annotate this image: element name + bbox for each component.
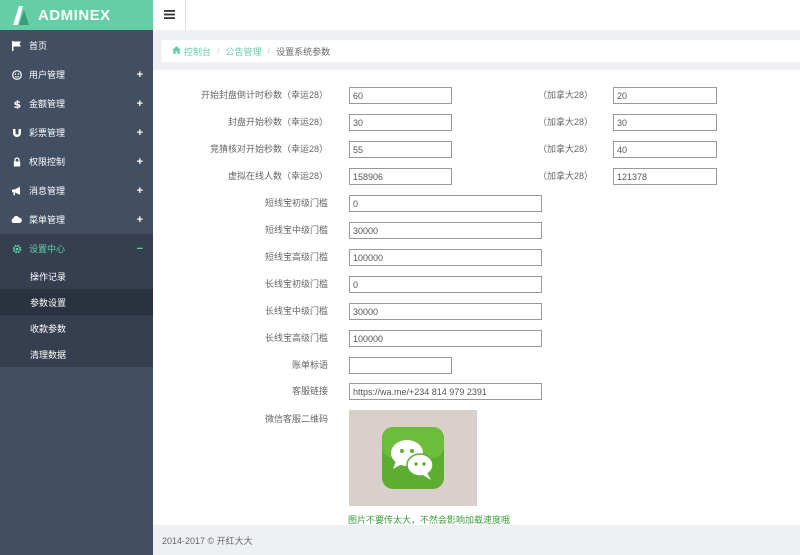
qr-image-upload[interactable] <box>349 410 477 506</box>
top-header <box>153 0 800 30</box>
user-circle-icon <box>11 69 22 80</box>
long-junior-threshold-input[interactable] <box>349 276 542 293</box>
sidebar-item-label: 权限控制 <box>29 157 66 167</box>
field-label: 微信客服二维码 <box>264 414 328 424</box>
form-row: 竞猜核对开始秒数（幸运28） （加拿大28） <box>153 141 800 158</box>
verify-canada28-input[interactable] <box>613 141 717 158</box>
short-senior-threshold-input[interactable] <box>349 249 542 266</box>
compare-label: （加拿大28） <box>538 90 594 100</box>
form-row: 短线宝高级门槛 <box>153 249 800 266</box>
menu-icon <box>163 9 175 21</box>
verify-lucky28-input[interactable] <box>349 141 452 158</box>
compare-label: （加拿大28） <box>538 117 594 127</box>
sidebar-item-label: 菜单管理 <box>29 215 66 225</box>
field-label: 长线宝中级门槛 <box>264 306 328 316</box>
breadcrumb-home-link[interactable]: 控制台 <box>184 45 211 58</box>
long-middle-threshold-input[interactable] <box>349 303 542 320</box>
field-label: 短线宝初级门槛 <box>264 198 328 208</box>
sidebar-item-label: 消息管理 <box>29 186 66 196</box>
form-row: 开始封盘倒计时秒数（幸运28） （加拿大28） <box>153 87 800 104</box>
field-label: 开始封盘倒计时秒数（幸运28） <box>200 90 328 100</box>
short-junior-threshold-input[interactable] <box>349 195 542 212</box>
breadcrumb-separator: / <box>217 46 220 56</box>
sidebar-item-label: 用户管理 <box>29 70 66 80</box>
gear-icon <box>11 243 22 254</box>
field-label: 虚拟在线人数（幸运28） <box>227 171 328 181</box>
form-row: 长线宝初级门槛 <box>153 276 800 293</box>
bill-slogan-input[interactable] <box>349 357 452 374</box>
breadcrumb-separator: / <box>267 46 271 56</box>
home-icon <box>172 46 181 56</box>
short-middle-threshold-input[interactable] <box>349 222 542 239</box>
sidebar-item-users[interactable]: 用户管理 + <box>0 60 153 89</box>
field-label: 短线宝中级门槛 <box>264 225 328 235</box>
field-label: 客服链接 <box>291 386 328 396</box>
logo[interactable]: ADMINEX <box>0 0 153 30</box>
countdown-lucky28-input[interactable] <box>349 87 452 104</box>
form-row: 短线宝中级门槛 <box>153 222 800 239</box>
lock-icon <box>11 156 22 167</box>
wechat-icon <box>382 427 444 489</box>
form-row: 账单标语 <box>153 357 800 374</box>
close-lucky28-input[interactable] <box>349 114 452 131</box>
sidebar-item-home[interactable]: 首页 <box>0 31 153 60</box>
compare-label: （加拿大28） <box>538 171 594 181</box>
sidebar-item-label: 彩票管理 <box>29 128 66 138</box>
sidebar-item-label: 设置中心 <box>29 244 66 254</box>
footer-copyright: 2014-2017 © 开红大大 <box>162 535 253 546</box>
compare-label: （加拿大28） <box>538 144 594 154</box>
countdown-canada28-input[interactable] <box>613 87 717 104</box>
breadcrumb-parent-link[interactable]: 公告管理 <box>226 45 262 58</box>
magnet-icon <box>11 127 22 138</box>
footer: 2014-2017 © 开红大大 <box>153 525 800 555</box>
form-row: 短线宝初级门槛 <box>153 195 800 212</box>
long-senior-threshold-input[interactable] <box>349 330 542 347</box>
online-canada28-input[interactable] <box>613 168 717 185</box>
service-link-input[interactable] <box>349 383 542 400</box>
field-label: 长线宝初级门槛 <box>264 279 328 289</box>
cloud-icon <box>11 214 22 225</box>
expand-icon: + <box>136 68 143 81</box>
breadcrumb-current: 设置系统参数 <box>276 46 331 57</box>
form-row: 封盘开始秒数（幸运28） （加拿大28） <box>153 114 800 131</box>
bullhorn-icon <box>11 185 22 196</box>
breadcrumb: 控制台 / 公告管理 / 设置系统参数 <box>162 40 800 62</box>
close-canada28-input[interactable] <box>613 114 717 131</box>
menu-toggle-button[interactable] <box>153 0 186 30</box>
form-row: 客服链接 <box>153 383 800 400</box>
field-label: 长线宝高级门槛 <box>264 333 328 343</box>
flag-icon <box>11 40 22 51</box>
field-label: 账单标语 <box>291 360 328 370</box>
form-row: 长线宝高级门槛 <box>153 330 800 347</box>
form-row: 虚拟在线人数（幸运28） （加拿大28） <box>153 168 800 185</box>
svg-text:$: $ <box>13 98 21 109</box>
app-name: ADMINEX <box>38 6 111 24</box>
sidebar-item-label: 金额管理 <box>29 99 66 109</box>
dollar-icon: $ <box>11 98 22 109</box>
logo-icon <box>10 4 32 26</box>
settings-form-panel: 开始封盘倒计时秒数（幸运28） （加拿大28） 封盘开始秒数（幸运28） （加拿… <box>153 70 800 525</box>
field-label: 封盘开始秒数（幸运28） <box>227 117 328 127</box>
form-row: 长线宝中级门槛 <box>153 303 800 320</box>
field-label: 竞猜核对开始秒数（幸运28） <box>209 144 328 154</box>
online-lucky28-input[interactable] <box>349 168 452 185</box>
sidebar-item-label: 首页 <box>29 41 48 51</box>
field-label: 短线宝高级门槛 <box>264 252 328 262</box>
